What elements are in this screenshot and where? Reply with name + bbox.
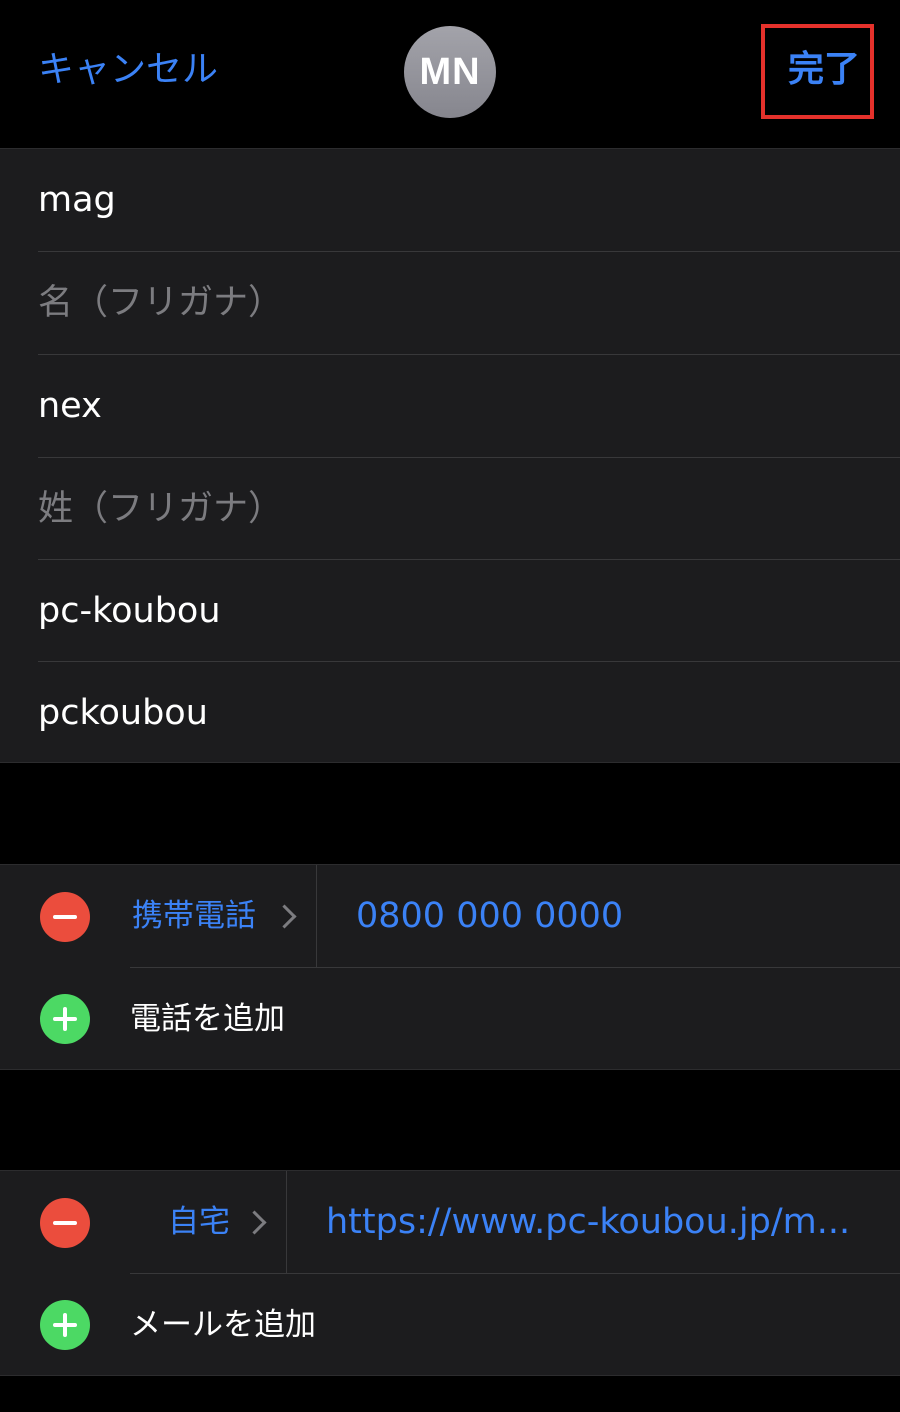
done-button[interactable]: 完了 [788, 48, 860, 92]
avatar[interactable]: MN [404, 26, 496, 118]
plus-vertical-bar [63, 1313, 67, 1337]
email-value-field[interactable]: https://www.pc-koubou.jp/m... [326, 1171, 886, 1273]
company-phonetic-value: pckoubou [38, 693, 208, 733]
first-name-phonetic-placeholder: 名（フリガナ） [38, 283, 284, 323]
company-field[interactable]: pc-koubou [38, 560, 900, 662]
company-phonetic-field[interactable]: pckoubou [38, 662, 900, 764]
remove-email-button[interactable] [40, 1198, 90, 1248]
phone-number-field[interactable]: 0800 000 0000 [356, 865, 876, 967]
plus-vertical-bar [63, 1007, 67, 1031]
email-label-button[interactable]: 自宅 [168, 1171, 230, 1273]
company-value: pc-koubou [38, 591, 221, 631]
remove-phone-button[interactable] [40, 892, 90, 942]
add-email-label[interactable]: メールを追加 [130, 1274, 316, 1376]
last-name-phonetic-field[interactable]: 姓（フリガナ） [38, 458, 900, 560]
phone-label-button[interactable]: 携帯電話 [132, 865, 256, 967]
last-name-phonetic-placeholder: 姓（フリガナ） [38, 489, 284, 529]
last-name-field[interactable]: nex [38, 355, 900, 457]
first-name-value: mag [38, 180, 116, 220]
minus-circle-icon [53, 1221, 77, 1225]
last-name-value: nex [38, 386, 102, 426]
add-phone-label[interactable]: 電話を追加 [130, 968, 285, 1070]
vertical-divider [286, 1171, 287, 1273]
name-fields-group: mag 名（フリガナ） nex 姓（フリガナ） pc-koubou pckoub… [0, 148, 900, 763]
email-group: 自宅 https://www.pc-koubou.jp/m... メールを追加 [0, 1170, 900, 1376]
chevron-right-icon [272, 904, 297, 929]
cancel-button[interactable]: キャンセル [38, 48, 218, 92]
first-name-field[interactable]: mag [38, 149, 900, 251]
add-phone-button[interactable] [40, 994, 90, 1044]
phone-group: 携帯電話 0800 000 0000 電話を追加 [0, 864, 900, 1070]
minus-circle-icon [53, 915, 77, 919]
vertical-divider [316, 865, 317, 967]
chevron-right-icon [242, 1210, 267, 1235]
add-email-button[interactable] [40, 1300, 90, 1350]
first-name-phonetic-field[interactable]: 名（フリガナ） [38, 252, 900, 354]
navigation-bar: キャンセル MN 完了 [0, 0, 900, 148]
